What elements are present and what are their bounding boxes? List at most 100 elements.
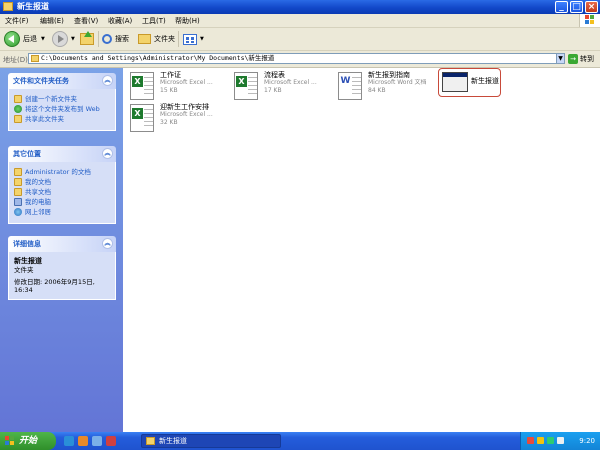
toolbar: 后退 ▼ ▼ 搜索 文件夹 ▼ (0, 28, 600, 51)
collapse-icon[interactable]: ︽ (102, 75, 113, 86)
menu-help[interactable]: 帮助(H) (175, 16, 200, 26)
place-shared-docs[interactable]: 共享文档 (14, 188, 110, 196)
windows-flag-icon (5, 436, 15, 446)
task-publish-web[interactable]: 将这个文件夹发布到 Web (14, 105, 110, 113)
menu-edit[interactable]: 编辑(E) (40, 16, 64, 26)
show-desktop-icon[interactable] (92, 436, 102, 446)
system-tray: 9:20 (520, 432, 600, 450)
place-network[interactable]: 网上邻居 (14, 208, 110, 216)
search-icon (102, 34, 112, 44)
task-share-folder[interactable]: 共享此文件夹 (14, 115, 110, 123)
computer-icon (14, 198, 22, 206)
quicklaunch-app-icon[interactable] (106, 436, 116, 446)
place-admin-docs[interactable]: Administrator 的文档 (14, 168, 110, 176)
address-path: C:\Documents and Settings\Administrator\… (41, 54, 275, 62)
internet-explorer-icon[interactable] (64, 436, 74, 446)
network-tray-icon[interactable] (547, 437, 554, 444)
search-button[interactable]: 搜索 (102, 31, 129, 47)
folder-icon (14, 168, 22, 176)
folder-icon (31, 55, 39, 62)
panel-title: 详细信息 (13, 240, 41, 248)
search-label: 搜索 (115, 35, 129, 43)
windows-logo-icon (579, 14, 600, 27)
forward-button[interactable]: ▼ (52, 31, 75, 47)
collapse-icon[interactable]: ︽ (102, 238, 113, 249)
clock[interactable]: 9:20 (579, 432, 595, 450)
panel-header[interactable]: 其它位置 ︽ (8, 146, 116, 162)
back-button[interactable]: 后退 ▼ (4, 31, 45, 47)
maximize-button[interactable]: □ (570, 1, 583, 13)
minimize-button[interactable]: _ (555, 1, 568, 13)
up-folder-button[interactable] (80, 31, 94, 47)
panel-header[interactable]: 详细信息 ︽ (8, 236, 116, 252)
other-places-panel: 其它位置 ︽ Administrator 的文档 我的文档 共享文档 我的电脑 (8, 146, 116, 224)
detail-name: 新生报道 (14, 257, 42, 265)
folder-icon (14, 178, 22, 186)
start-button[interactable]: 开始 (0, 432, 56, 450)
new-folder-icon (14, 95, 22, 103)
detail-type: 文件夹 (14, 266, 34, 274)
back-label: 后退 (23, 35, 37, 43)
link-label: 共享文档 (25, 188, 51, 196)
menu-favorites[interactable]: 收藏(A) (108, 16, 132, 26)
up-folder-icon (80, 31, 94, 45)
address-dropdown-button[interactable]: ▼ (556, 53, 565, 64)
place-my-computer[interactable]: 我的电脑 (14, 198, 110, 206)
address-input[interactable]: C:\Documents and Settings\Administrator\… (28, 53, 565, 64)
file-item[interactable]: X 迎新生工作安排 Microsoft Excel ... 32 KB (128, 102, 228, 134)
window-title: 新生报道 (17, 2, 49, 11)
panel-title: 其它位置 (13, 150, 41, 158)
menu-tools[interactable]: 工具(T) (142, 16, 166, 26)
back-arrow-icon (4, 31, 20, 47)
title-bar[interactable]: 新生报道 _ □ × (0, 0, 600, 14)
link-label: 我的文档 (25, 178, 51, 186)
folder-icon (3, 2, 13, 11)
panel-header[interactable]: 文件和文件夹任务 ︽ (8, 73, 116, 89)
folder-icon (146, 437, 155, 445)
file-item[interactable]: W 新生报到指南 Microsoft Word 文档 84 KB (336, 70, 436, 102)
menu-bar: 文件(F) 编辑(E) 查看(V) 收藏(A) 工具(T) 帮助(H) (0, 14, 600, 28)
link-label: 我的电脑 (25, 198, 51, 206)
go-button[interactable]: → 转到 (568, 53, 594, 65)
views-button[interactable]: ▼ (183, 31, 204, 47)
tray-app-icon[interactable] (527, 437, 534, 444)
file-name: 新生报道 (471, 77, 499, 85)
task-new-folder[interactable]: 创建一个新文件夹 (14, 95, 110, 103)
link-label: 共享此文件夹 (25, 115, 64, 123)
place-my-documents[interactable]: 我的文档 (14, 178, 110, 186)
folder-item-selected[interactable]: 新生报道 (438, 68, 503, 98)
file-item[interactable]: X 工作证 Microsoft Excel ... 15 KB (128, 70, 228, 102)
views-icon (183, 33, 197, 45)
taskbar: 开始 新生报道 9:20 (0, 432, 600, 450)
folders-button[interactable]: 文件夹 (138, 31, 175, 47)
file-view: X 工作证 Microsoft Excel ... 15 KB X 流程表 Mi… (123, 68, 600, 432)
panel-title: 文件和文件夹任务 (13, 77, 69, 85)
file-name: 工作证 (160, 71, 181, 79)
folders-icon (138, 34, 151, 44)
forward-arrow-icon (52, 31, 68, 47)
media-player-icon[interactable] (78, 436, 88, 446)
network-icon (14, 208, 22, 216)
file-size: 84 KB (368, 87, 386, 94)
folder-icon (14, 188, 22, 196)
file-item[interactable]: X 流程表 Microsoft Excel ... 17 KB (232, 70, 332, 102)
file-size: 17 KB (264, 87, 282, 94)
menu-view[interactable]: 查看(V) (74, 16, 98, 26)
link-label: Administrator 的文档 (25, 168, 91, 176)
link-label: 创建一个新文件夹 (25, 95, 77, 103)
word-file-icon: W (338, 72, 362, 100)
close-button[interactable]: × (585, 1, 598, 13)
start-label: 开始 (19, 436, 38, 446)
menu-file[interactable]: 文件(F) (5, 16, 29, 26)
taskbar-window-button[interactable]: 新生报道 (141, 434, 281, 448)
excel-file-icon: X (130, 104, 154, 132)
address-bar: 地址(D) C:\Documents and Settings\Administ… (0, 51, 600, 68)
collapse-icon[interactable]: ︽ (102, 148, 113, 159)
volume-icon[interactable] (557, 437, 564, 444)
file-size: 15 KB (160, 87, 178, 94)
file-type: Microsoft Excel ... (264, 79, 317, 86)
tray-app-icon[interactable] (537, 437, 544, 444)
excel-file-icon: X (234, 72, 258, 100)
file-type: Microsoft Word 文档 (368, 79, 427, 86)
file-name: 流程表 (264, 71, 285, 79)
